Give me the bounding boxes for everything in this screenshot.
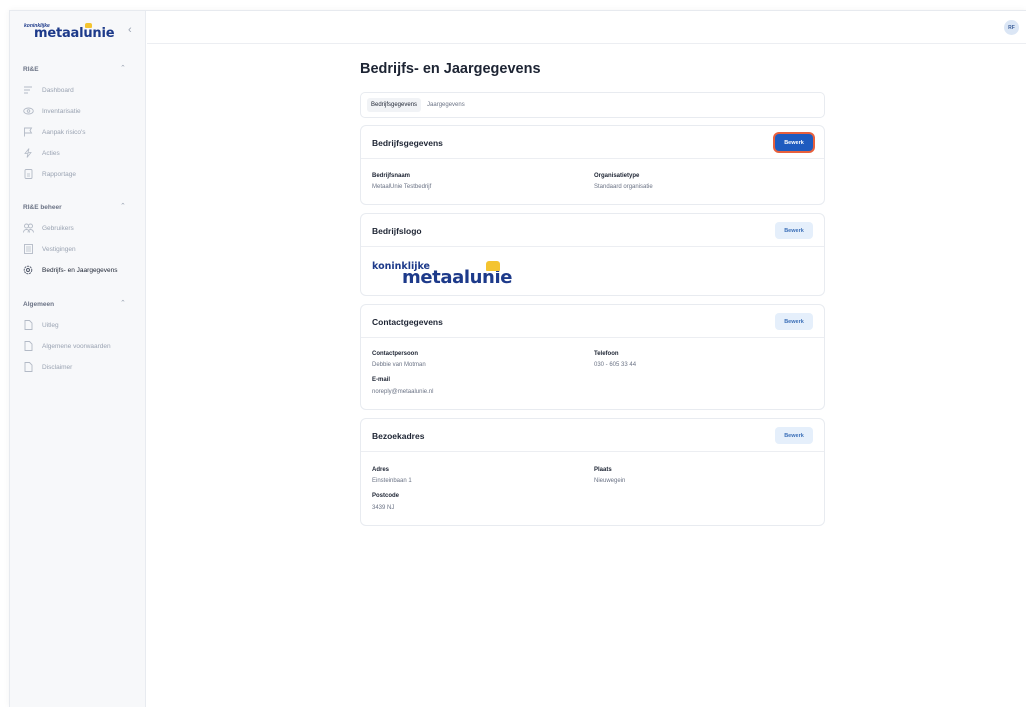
- sidebar-item-algemene-voorwaarden[interactable]: Algemene voorwaarden: [19, 338, 139, 354]
- sidebar-item-label: Uitleg: [42, 321, 59, 329]
- building-icon: [22, 244, 34, 254]
- brand-logo[interactable]: koninklijke metaalunie: [24, 23, 124, 43]
- sidebar-item-gebruikers[interactable]: Gebruikers: [19, 220, 139, 236]
- field-label: Plaats: [594, 467, 612, 473]
- dashboard-icon: [22, 85, 34, 95]
- sidebar-item-acties[interactable]: Acties: [19, 145, 139, 161]
- field-value: noreply@metaalunie.nl: [372, 389, 434, 395]
- top-bar: RF: [147, 11, 1026, 44]
- file-icon: [22, 341, 34, 351]
- edit-logo-button[interactable]: Bewerk: [775, 222, 813, 239]
- field-label: Telefoon: [594, 351, 619, 357]
- section-title-rie-beheer: RI&E beheer: [23, 204, 62, 211]
- field-label: E-mail: [372, 377, 391, 383]
- brand-logo-big: metaalunie: [34, 26, 115, 41]
- edit-address-button[interactable]: Bewerk: [775, 427, 813, 444]
- chevron-up-icon[interactable]: ⌃: [120, 299, 126, 307]
- document-icon: [22, 169, 34, 179]
- file-icon: [22, 362, 34, 372]
- tab-bar: Bedrijfsgegevens Jaargegevens: [360, 92, 825, 118]
- section-title-rie: RI&E: [23, 66, 39, 73]
- company-logo-image: koninklijke metaalunie: [372, 261, 542, 289]
- sidebar-item-vestigingen[interactable]: Vestigingen: [19, 241, 139, 257]
- bolt-icon: [22, 148, 34, 158]
- sidebar: koninklijke metaalunie ‹ RI&E ⌃ Dashboar…: [10, 11, 146, 707]
- sidebar-item-label: Acties: [42, 149, 60, 157]
- field-value: 3439 NJ: [372, 505, 395, 511]
- company-card: Bedrijfsgegevens Bewerk Bedrijfsnaam Met…: [360, 125, 825, 205]
- crown-icon: [486, 261, 500, 271]
- field-value: Standaard organisatie: [594, 184, 653, 190]
- sidebar-item-dashboard[interactable]: Dashboard: [19, 82, 139, 98]
- avatar[interactable]: RF: [1004, 20, 1019, 35]
- crown-icon: [85, 23, 92, 28]
- tab-bedrijfsgegevens[interactable]: Bedrijfsgegevens: [367, 98, 422, 112]
- sidebar-item-label: Bedrijfs- en Jaargegevens: [42, 266, 118, 274]
- sidebar-item-bedrijfs-en-jaargegevens[interactable]: Bedrijfs- en Jaargegevens: [19, 262, 139, 278]
- sidebar-item-rapportage[interactable]: Rapportage: [19, 166, 139, 182]
- card-header: Bezoekadres Bewerk: [361, 419, 824, 452]
- card-title: Bezoekadres: [372, 431, 425, 441]
- sidebar-item-label: Disclaimer: [42, 363, 73, 371]
- app-window: koninklijke metaalunie ‹ RI&E ⌃ Dashboar…: [9, 10, 1026, 707]
- field-value: MetaalUnie Testbedrijf: [372, 184, 432, 190]
- field-label: Postcode: [372, 493, 400, 499]
- tab-jaargegevens[interactable]: Jaargegevens: [423, 98, 469, 112]
- gear-icon: [22, 265, 34, 275]
- card-title: Bedrijfsgegevens: [372, 138, 443, 148]
- field-value: Debbie van Motman: [372, 362, 426, 368]
- field-value: 030 - 605 33 44: [594, 362, 637, 368]
- sidebar-item-label: Aanpak risico's: [42, 128, 86, 136]
- field-value: Nieuwegein: [594, 478, 626, 484]
- field-label: Contactpersoon: [372, 351, 419, 357]
- eye-icon: [22, 106, 34, 116]
- users-icon: [22, 223, 34, 233]
- card-header: Bedrijfsgegevens Bewerk: [361, 126, 824, 159]
- section-title-algemeen: Algemeen: [23, 301, 55, 308]
- sidebar-item-label: Gebruikers: [42, 224, 74, 232]
- collapse-sidebar-icon[interactable]: ‹: [128, 24, 132, 36]
- address-card: Bezoekadres Bewerk Adres Einsteinbaan 1 …: [360, 418, 825, 526]
- file-icon: [22, 320, 34, 330]
- sidebar-item-label: Inventarisatie: [42, 107, 81, 115]
- field-label: Adres: [372, 467, 390, 473]
- sidebar-item-disclaimer[interactable]: Disclaimer: [19, 359, 139, 375]
- sidebar-item-uitleg[interactable]: Uitleg: [19, 317, 139, 333]
- sidebar-item-label: Dashboard: [42, 86, 74, 94]
- sidebar-item-aanpak-risicos[interactable]: Aanpak risico's: [19, 124, 139, 140]
- flag-icon: [22, 127, 34, 137]
- logo-card: Bedrijfslogo Bewerk koninklijke metaalun…: [360, 213, 825, 296]
- edit-company-button[interactable]: Bewerk: [775, 134, 813, 151]
- page-title: Bedrijfs- en Jaargegevens: [360, 61, 541, 77]
- edit-contact-button[interactable]: Bewerk: [775, 313, 813, 330]
- field-value: Einsteinbaan 1: [372, 478, 412, 484]
- sidebar-item-label: Vestigingen: [42, 245, 76, 253]
- field-label: Organisatietype: [594, 173, 640, 179]
- contact-card: Contactgegevens Bewerk Contactpersoon De…: [360, 304, 825, 410]
- card-header: Contactgegevens Bewerk: [361, 305, 824, 338]
- sidebar-item-label: Rapportage: [42, 170, 76, 178]
- sidebar-item-inventarisatie[interactable]: Inventarisatie: [19, 103, 139, 119]
- field-label: Bedrijfsnaam: [372, 173, 411, 179]
- chevron-up-icon[interactable]: ⌃: [120, 64, 126, 72]
- sidebar-item-label: Algemene voorwaarden: [42, 342, 111, 350]
- card-header: Bedrijfslogo Bewerk: [361, 214, 824, 247]
- card-title: Bedrijfslogo: [372, 226, 422, 236]
- card-title: Contactgegevens: [372, 317, 443, 327]
- chevron-up-icon[interactable]: ⌃: [120, 202, 126, 210]
